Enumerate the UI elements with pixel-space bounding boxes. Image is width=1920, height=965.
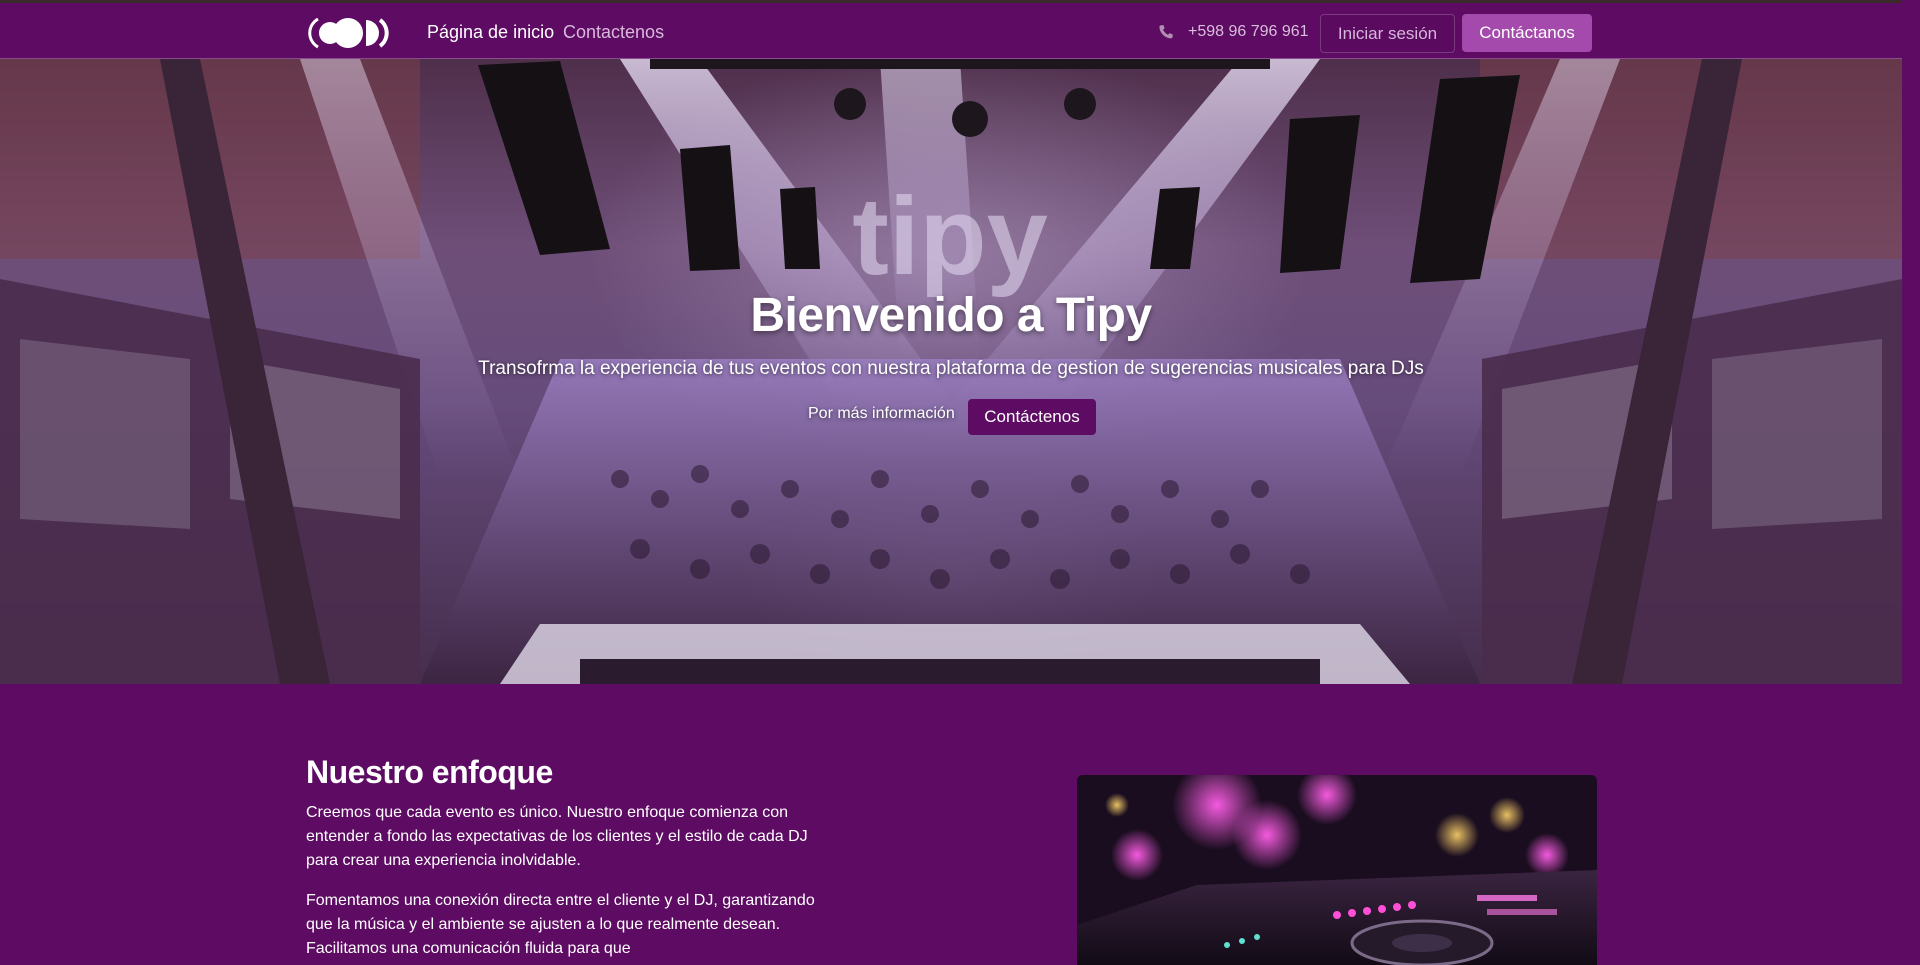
- dj-mixer-image: [1077, 775, 1597, 965]
- phone-contact: +598 96 796 961: [1158, 23, 1309, 41]
- nav-link-contact[interactable]: Contactenos: [563, 22, 664, 43]
- phone-icon: [1159, 25, 1173, 39]
- hero-title: Bienvenido a Tipy: [750, 289, 1152, 342]
- login-button[interactable]: Iniciar sesión: [1320, 14, 1455, 53]
- focus-paragraph-1: Creemos que cada evento es único. Nuestr…: [306, 804, 808, 869]
- focus-section: Nuestro enfoque Creemos que cada evento …: [0, 684, 1902, 965]
- hero-contact-button[interactable]: Contáctenos: [968, 399, 1096, 435]
- hero-section: tipy Bienvenido a Tipy Transofrma la exp…: [0, 59, 1902, 684]
- nav-link-home[interactable]: Página de inicio: [427, 22, 554, 43]
- hero-more-info-text: Por más información: [808, 405, 955, 422]
- top-navbar: Página de inicio Contactenos +598 96 796…: [0, 0, 1902, 59]
- phone-number: +598 96 796 961: [1188, 23, 1309, 40]
- focus-paragraph-2: Fomentamos una conexión directa entre el…: [306, 892, 815, 957]
- hero-subtitle: Transofrma la experiencia de tus eventos…: [478, 358, 1424, 379]
- tipy-logo-icon[interactable]: [308, 15, 392, 51]
- hero-content: Bienvenido a Tipy Transofrma la experien…: [0, 59, 1902, 684]
- focus-title: Nuestro enfoque: [306, 754, 553, 790]
- page: Página de inicio Contactenos +598 96 796…: [0, 0, 1902, 965]
- contact-button-top[interactable]: Contáctanos: [1462, 14, 1592, 52]
